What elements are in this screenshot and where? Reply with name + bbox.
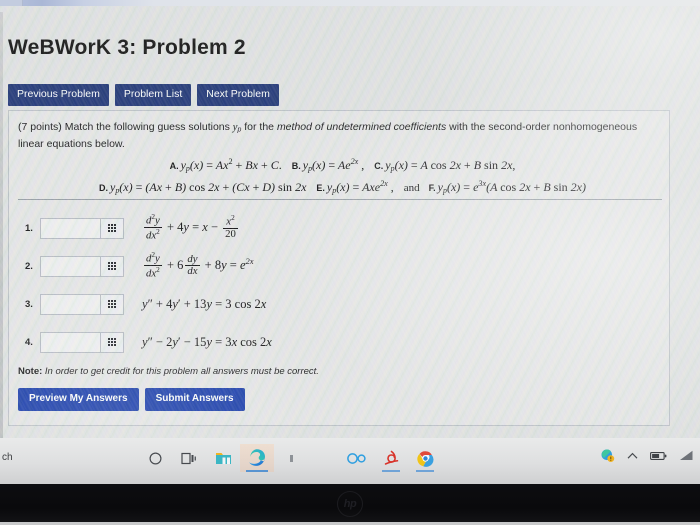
- battery-icon[interactable]: [650, 451, 667, 461]
- answer-format-grid-icon-2[interactable]: [100, 256, 123, 276]
- statement-text-2: for the: [241, 121, 277, 133]
- file-explorer-icon[interactable]: [206, 444, 240, 472]
- microsoft-edge-icon[interactable]: [240, 444, 274, 472]
- answer-input-2[interactable]: [41, 256, 100, 276]
- row-number-3: 3.: [25, 298, 33, 310]
- page-title: WeBWorK 3: Problem 2: [8, 36, 246, 59]
- answer-box-4[interactable]: [40, 331, 124, 353]
- answer-input-4[interactable]: [41, 332, 100, 352]
- problem-navigation: Previous Problem Problem List Next Probl…: [8, 84, 279, 106]
- choices-line-1: A. yp(x) = Ax2 + Bx + C. B. yp(x) = Ae2x ,…: [18, 155, 660, 177]
- credit-note: Note: In order to get credit for this pr…: [18, 366, 319, 377]
- task-view-icon[interactable]: [172, 444, 206, 472]
- table-row: 4. y″ − 2y′ − 15y = 3x cos 2x: [18, 323, 662, 361]
- preview-my-answers-button[interactable]: Preview My Answers: [18, 388, 139, 411]
- choice-b-label: B.: [291, 161, 301, 171]
- choice-d-label: D.: [99, 182, 108, 193]
- equation-4: y″ − 2y′ − 15y = 3x cos 2x: [142, 334, 272, 349]
- choice-a-label: A.: [169, 161, 179, 171]
- laptop-bezel: hp: [0, 484, 700, 525]
- choice-a-math: yp(x) = Ax2 + Bx + C.: [180, 157, 282, 173]
- table-row: 2. d2y dx2 + 6 dy dx + 8y = e2x: [18, 247, 662, 285]
- choice-d-math: yp(x) = (Ax + B) cos 2x + (Cx + D) sin 2…: [110, 179, 307, 195]
- note-text: In order to get credit for this problem …: [44, 366, 319, 377]
- show-hidden-icons-chevron[interactable]: [627, 452, 638, 460]
- answer-input-1[interactable]: [41, 218, 100, 238]
- problem-statement: (7 points) Match the following guess sol…: [18, 119, 654, 153]
- wifi-icon[interactable]: [679, 450, 694, 461]
- screen-left-edge: [0, 12, 3, 444]
- hp-logo: hp: [337, 491, 363, 517]
- points-label: (7 points): [18, 121, 62, 133]
- choice-f-math: yp(x) = e3x(A cos 2x + B sin 2x): [437, 178, 586, 195]
- choices-line-2: D. yp(x) = (Ax + B) cos 2x + (Cx + D) sin…: [18, 177, 660, 199]
- note-prefix: Note:: [18, 366, 43, 377]
- answer-format-grid-icon-4[interactable]: [100, 332, 123, 352]
- choice-e-label: E.: [316, 182, 325, 193]
- answer-format-grid-icon-1[interactable]: [100, 218, 123, 238]
- table-row: 1. d2y dx2 + 4y = x − x2 20: [18, 209, 662, 247]
- table-row: 3. y″ + 4y′ + 13y = 3 cos 2x: [18, 285, 662, 323]
- method-phrase: method of undetermined coefficients: [276, 121, 447, 133]
- choice-e-math: yp(x) = Axe2x ,: [326, 178, 394, 195]
- choice-c-label: C.: [374, 161, 384, 171]
- equation-1: d2y dx2 + 4y = x − x2 20: [144, 212, 238, 242]
- office-icon[interactable]: [340, 444, 374, 472]
- problem-panel: (7 points) Match the following guess sol…: [8, 110, 670, 426]
- search-box-tail-text[interactable]: ch: [2, 452, 13, 463]
- taskbar-icons: [138, 444, 442, 472]
- problem-list-button[interactable]: Problem List: [114, 84, 192, 106]
- choice-c-math: yp(x) = A cos 2x + B sin 2x,: [385, 158, 516, 173]
- notification-status-icon[interactable]: [600, 448, 615, 463]
- adobe-acrobat-icon[interactable]: [374, 444, 408, 472]
- answer-box-1[interactable]: [40, 217, 124, 239]
- answer-box-2[interactable]: [40, 255, 124, 277]
- next-problem-button[interactable]: Next Problem: [197, 84, 279, 106]
- answer-box-3[interactable]: [40, 293, 124, 315]
- answer-format-grid-icon-3[interactable]: [100, 294, 123, 314]
- cortana-icon[interactable]: [138, 444, 172, 472]
- row-number-2: 2.: [25, 260, 33, 272]
- guess-solution-choices: A. yp(x) = Ax2 + Bx + C. B. yp(x) = Ae2x ,…: [18, 155, 660, 198]
- section-divider: [18, 199, 662, 200]
- windows-taskbar: ch: [0, 438, 700, 484]
- previous-problem-button[interactable]: Previous Problem: [8, 84, 109, 106]
- statement-text-1: Match the following guess solutions: [61, 121, 233, 133]
- row-number-4: 4.: [25, 336, 33, 348]
- equation-2: d2y dx2 + 6 dy dx + 8y = e2x: [144, 250, 254, 280]
- photographed-laptop-screen: WeBWorK 3: Problem 2 Previous Problem Pr…: [0, 0, 700, 525]
- chrome-icon[interactable]: [408, 444, 442, 472]
- answer-actions: Preview My Answers Submit Answers: [18, 388, 245, 411]
- laptop-screen: WeBWorK 3: Problem 2 Previous Problem Pr…: [0, 0, 700, 484]
- equation-3: y″ + 4y′ + 13y = 3 cos 2x: [142, 296, 267, 311]
- equation-rows: 1. d2y dx2 + 4y = x − x2 20 2. d2y dx2 +…: [18, 209, 662, 361]
- row-number-1: 1.: [25, 222, 33, 234]
- webwork-page: WeBWorK 3: Problem 2 Previous Problem Pr…: [0, 6, 700, 444]
- system-tray: [600, 448, 694, 463]
- choice-b-math: yp(x) = Ae2x ,: [302, 157, 365, 173]
- and-connector: and: [403, 181, 420, 194]
- choice-f-label: F.: [428, 182, 436, 193]
- answer-input-3[interactable]: [41, 294, 100, 314]
- submit-answers-button[interactable]: Submit Answers: [144, 388, 245, 411]
- unknown-app-icon[interactable]: [274, 444, 308, 472]
